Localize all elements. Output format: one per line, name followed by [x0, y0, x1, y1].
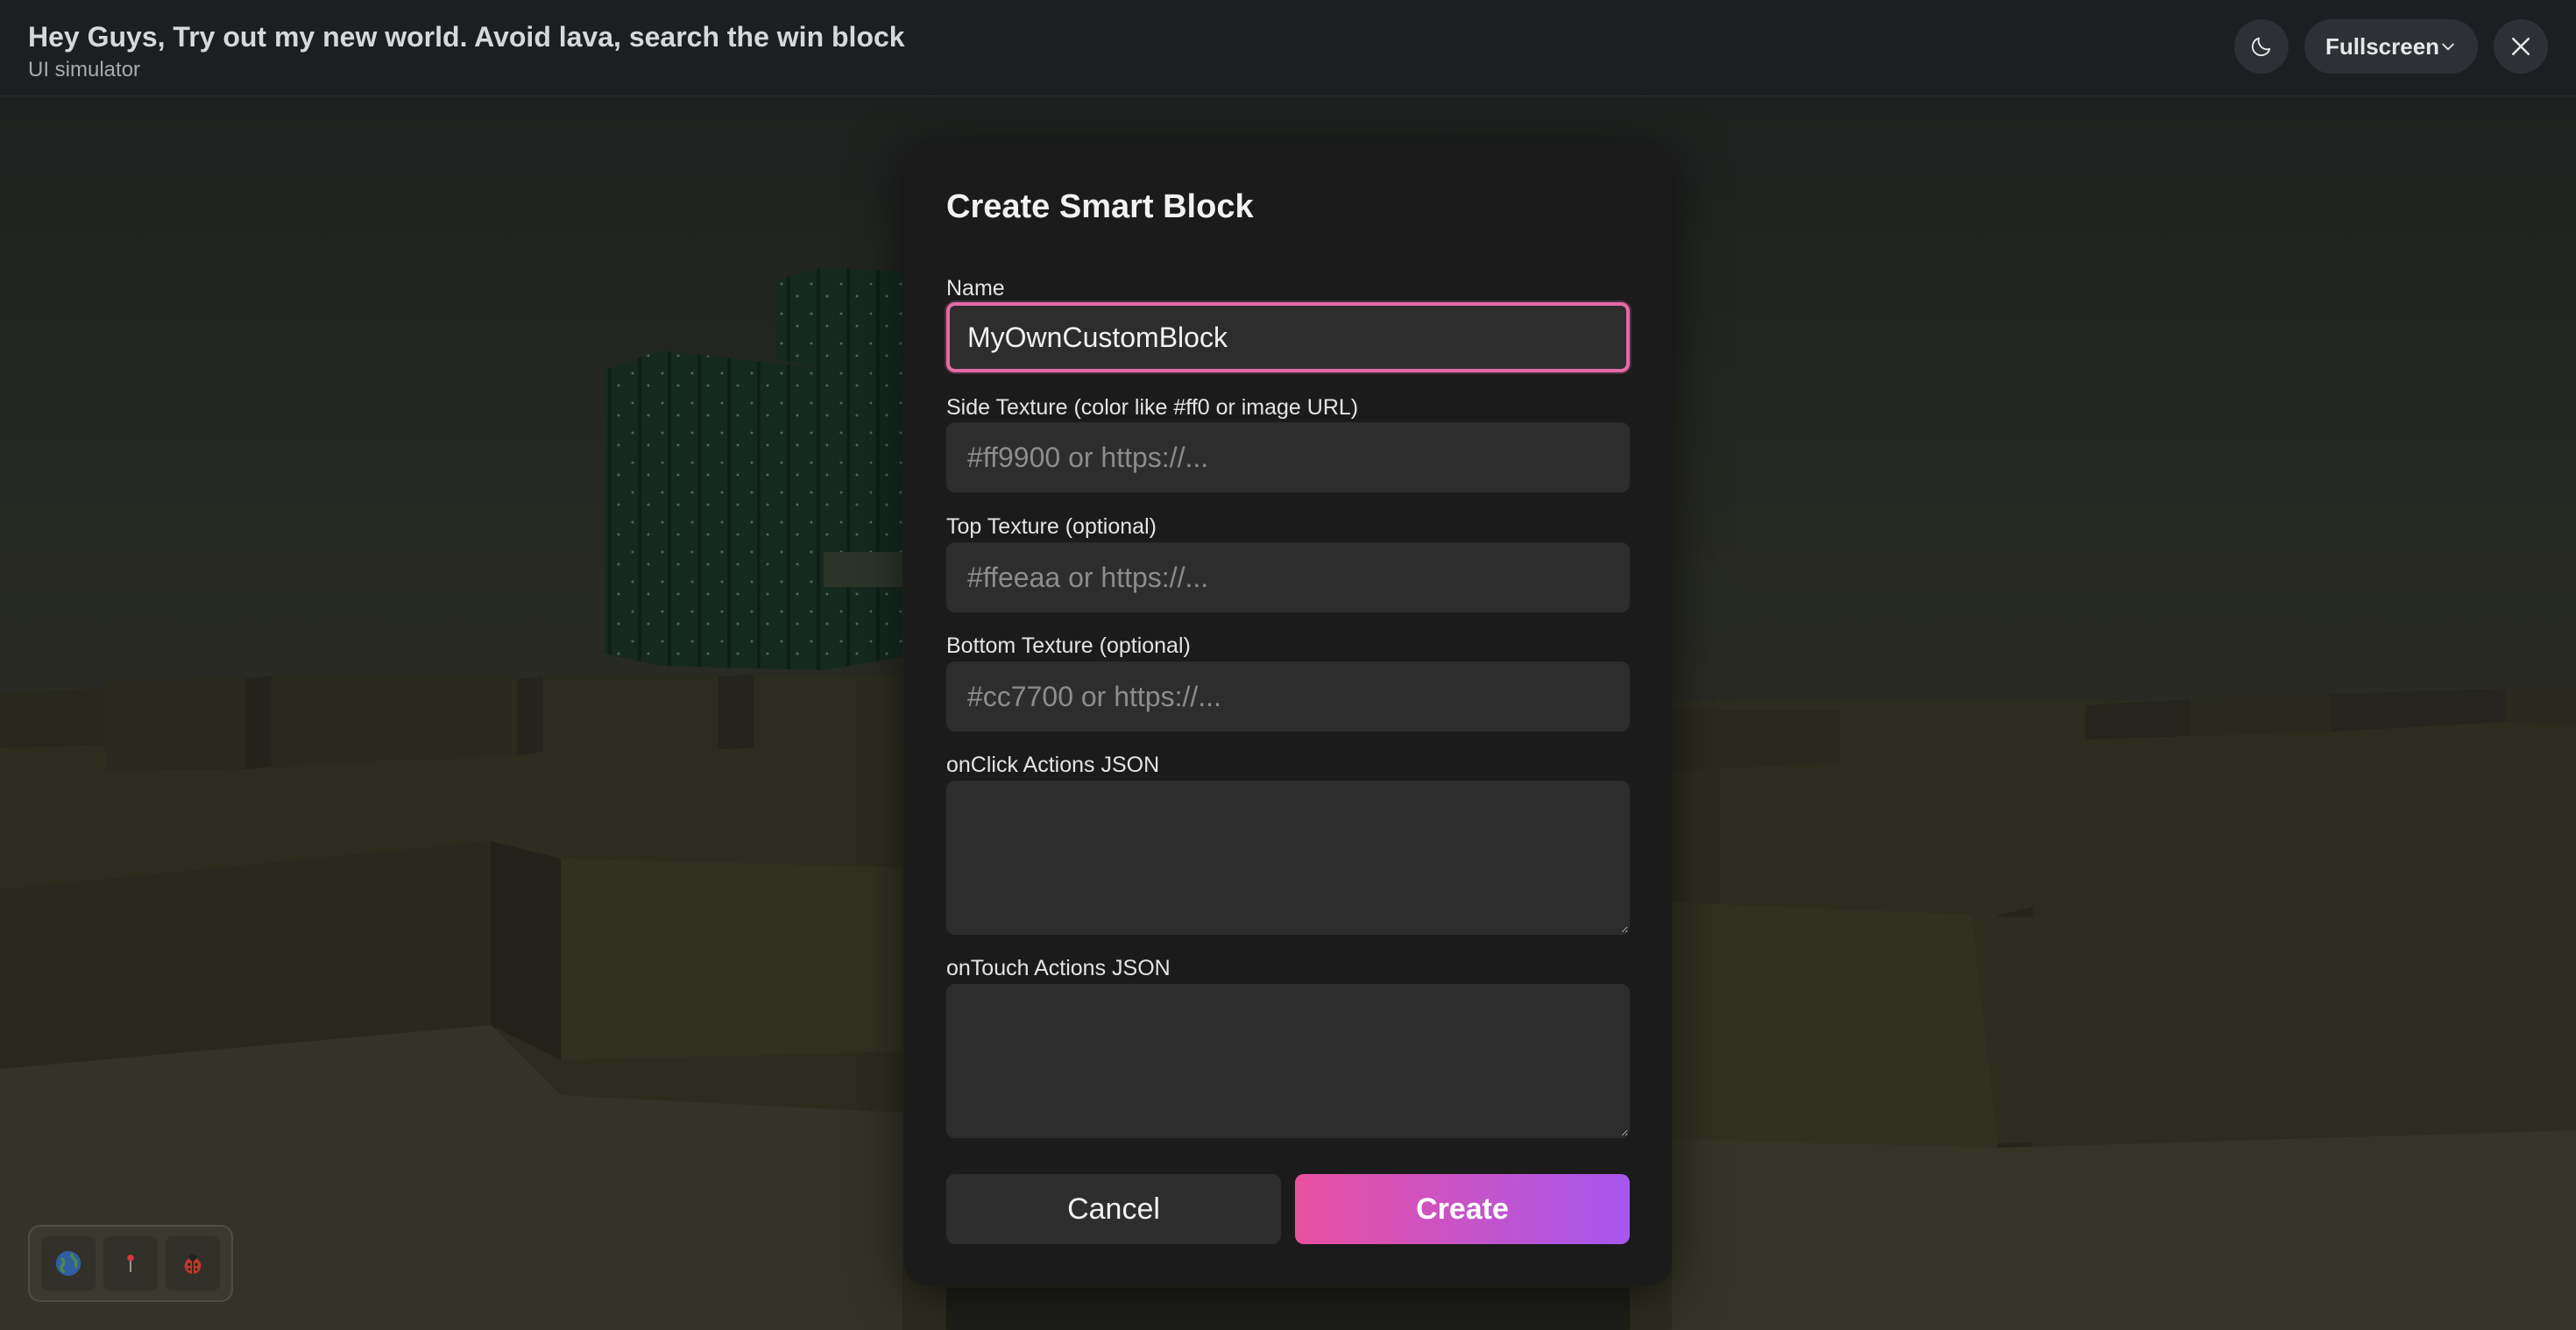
create-smart-block-dialog: Create Smart Block Name Side Texture (co…	[904, 143, 1672, 1285]
world-subtitle: UI simulator	[28, 58, 141, 81]
ontouch-actions-label: onTouch Actions JSON	[946, 956, 1171, 980]
ladybug-icon	[184, 1254, 202, 1274]
cancel-button[interactable]: Cancel	[946, 1174, 1281, 1244]
top-texture-label: Top Texture (optional)	[946, 514, 1157, 539]
pin-icon	[127, 1255, 134, 1272]
hotbar-slot-1[interactable]	[40, 1236, 96, 1291]
ontouch-actions-textarea[interactable]	[946, 984, 1630, 1138]
close-button[interactable]	[2494, 19, 2548, 74]
globe-icon	[55, 1250, 81, 1277]
side-texture-input[interactable]	[946, 422, 1630, 492]
world-title: Hey Guys, Try out my new world. Avoid la…	[28, 21, 905, 53]
chevron-down-icon	[2442, 43, 2454, 51]
name-input[interactable]	[946, 302, 1630, 372]
hotbar	[28, 1225, 233, 1302]
hotbar-slot-3[interactable]	[166, 1236, 221, 1291]
fullscreen-label: Fullscreen	[2325, 32, 2440, 60]
create-button[interactable]: Create	[1295, 1174, 1630, 1244]
onclick-actions-label: onClick Actions JSON	[946, 753, 1160, 777]
theme-toggle-button[interactable]	[2234, 19, 2289, 74]
hotbar-slot-2[interactable]	[103, 1236, 158, 1291]
name-label: Name	[946, 276, 1005, 301]
top-texture-input[interactable]	[946, 542, 1630, 612]
app-header: Hey Guys, Try out my new world. Avoid la…	[0, 0, 2576, 96]
onclick-actions-textarea[interactable]	[946, 781, 1630, 935]
moon-icon	[2251, 37, 2271, 57]
close-icon	[2512, 38, 2530, 55]
side-texture-label: Side Texture (color like #ff0 or image U…	[946, 395, 1359, 420]
bottom-texture-input[interactable]	[946, 661, 1630, 732]
bottom-texture-label: Bottom Texture (optional)	[946, 633, 1191, 658]
fullscreen-dropdown-button[interactable]: Fullscreen	[2304, 19, 2478, 74]
dialog-title: Create Smart Block	[946, 188, 1254, 225]
